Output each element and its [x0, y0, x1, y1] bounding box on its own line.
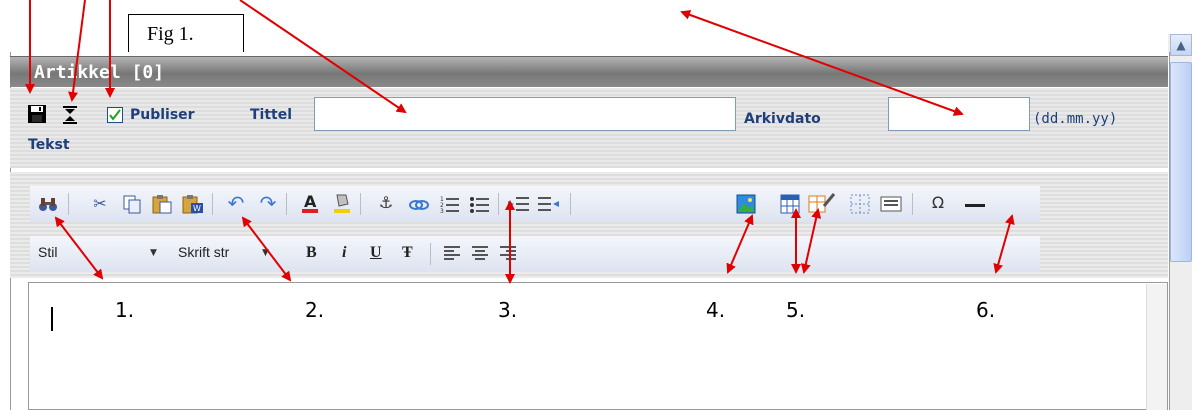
arrow-5b: [800, 208, 822, 274]
arrow-6: [993, 214, 1015, 274]
arrow-title: [239, 0, 407, 114]
arrow-date: [680, 10, 964, 116]
arrow-4: [726, 214, 754, 274]
arrow-2: [241, 216, 292, 282]
arrow-sort: [68, 0, 86, 102]
arrow-1: [54, 216, 104, 280]
annotation-arrows: [25, 0, 1015, 284]
